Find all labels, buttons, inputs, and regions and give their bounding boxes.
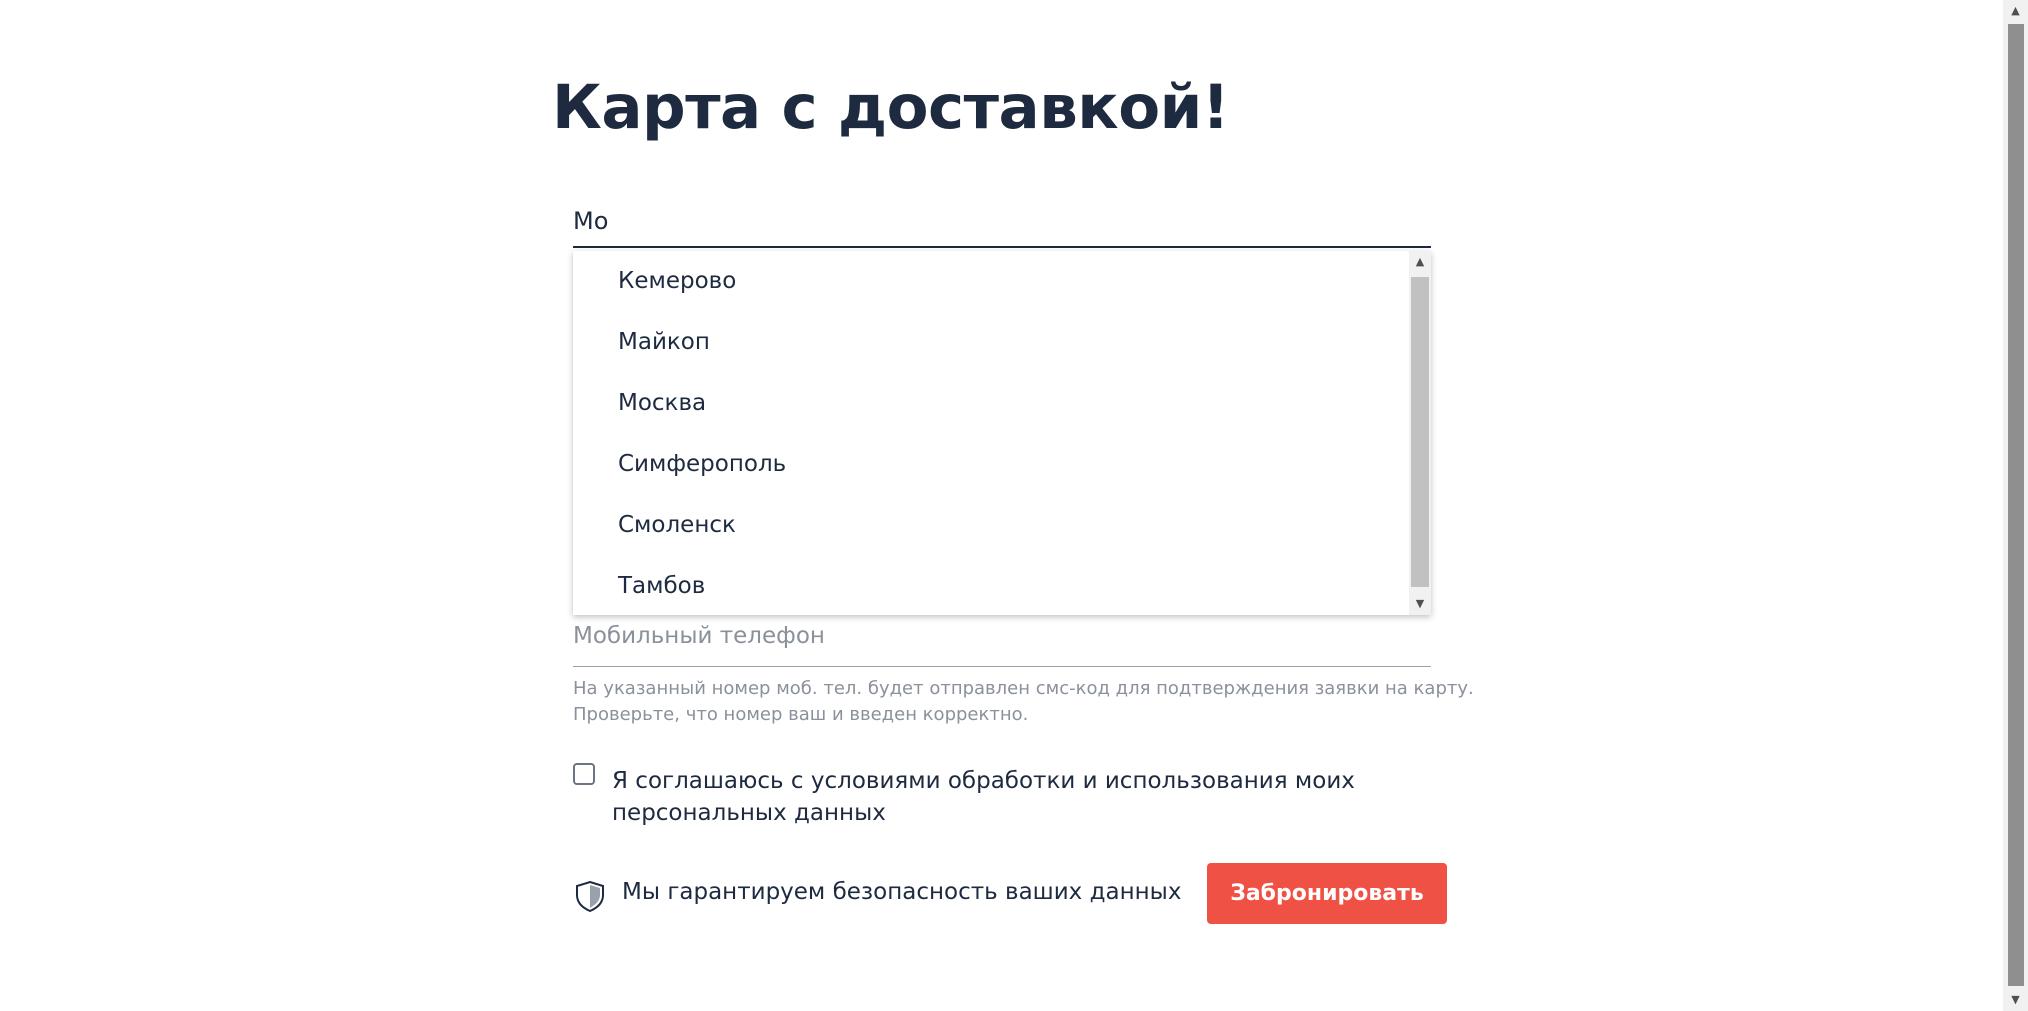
- security-text: Мы гарантируем безопасность ваших данных: [622, 879, 1182, 905]
- phone-hint-line: Проверьте, что номер ваш и введен коррек…: [573, 704, 1029, 725]
- dropdown-option[interactable]: Смоленск: [573, 495, 1409, 556]
- city-dropdown: Кемерово Майкоп Москва Симферополь Смоле…: [573, 251, 1431, 615]
- city-input[interactable]: [573, 195, 1431, 248]
- page-scroll-thumb[interactable]: [2008, 24, 2024, 986]
- dropdown-option[interactable]: Тамбов: [573, 556, 1409, 615]
- dropdown-option[interactable]: Симферополь: [573, 434, 1409, 495]
- scroll-down-arrow-icon[interactable]: ▼: [1409, 593, 1431, 615]
- phone-placeholder: Мобильный телефон: [573, 623, 825, 649]
- dropdown-scrollbar[interactable]: ▲ ▼: [1409, 251, 1431, 615]
- consent-checkbox[interactable]: [573, 763, 595, 785]
- page-scrollbar[interactable]: ▲ ▼: [2003, 0, 2028, 1011]
- page-scroll-down-arrow-icon[interactable]: ▼: [2003, 989, 2028, 1011]
- consent-label[interactable]: Я соглашаюсь с условиями обработки и исп…: [612, 765, 1355, 829]
- dropdown-option[interactable]: Кемерово: [573, 251, 1409, 312]
- dropdown-scroll-thumb[interactable]: [1411, 277, 1429, 587]
- dropdown-option[interactable]: Майкоп: [573, 312, 1409, 373]
- dropdown-option[interactable]: Москва: [573, 373, 1409, 434]
- page-title: Карта с доставкой!: [552, 72, 1230, 143]
- consent-label-line: персональных данных: [612, 800, 886, 826]
- shield-icon: [576, 880, 604, 913]
- phone-hint-line: На указанный номер моб. тел. будет отпра…: [573, 678, 1474, 699]
- consent-label-line: Я соглашаюсь с условиями обработки и исп…: [612, 768, 1355, 794]
- page: Карта с доставкой! Кемерово Майкоп Москв…: [0, 0, 2028, 1011]
- page-scroll-up-arrow-icon[interactable]: ▲: [2003, 0, 2028, 22]
- scroll-up-arrow-icon[interactable]: ▲: [1409, 251, 1431, 273]
- phone-input[interactable]: Мобильный телефон: [573, 615, 1431, 667]
- city-dropdown-list: Кемерово Майкоп Москва Симферополь Смоле…: [573, 251, 1409, 615]
- phone-hint: На указанный номер моб. тел. будет отпра…: [573, 676, 1474, 728]
- submit-button[interactable]: Забронировать: [1207, 863, 1447, 924]
